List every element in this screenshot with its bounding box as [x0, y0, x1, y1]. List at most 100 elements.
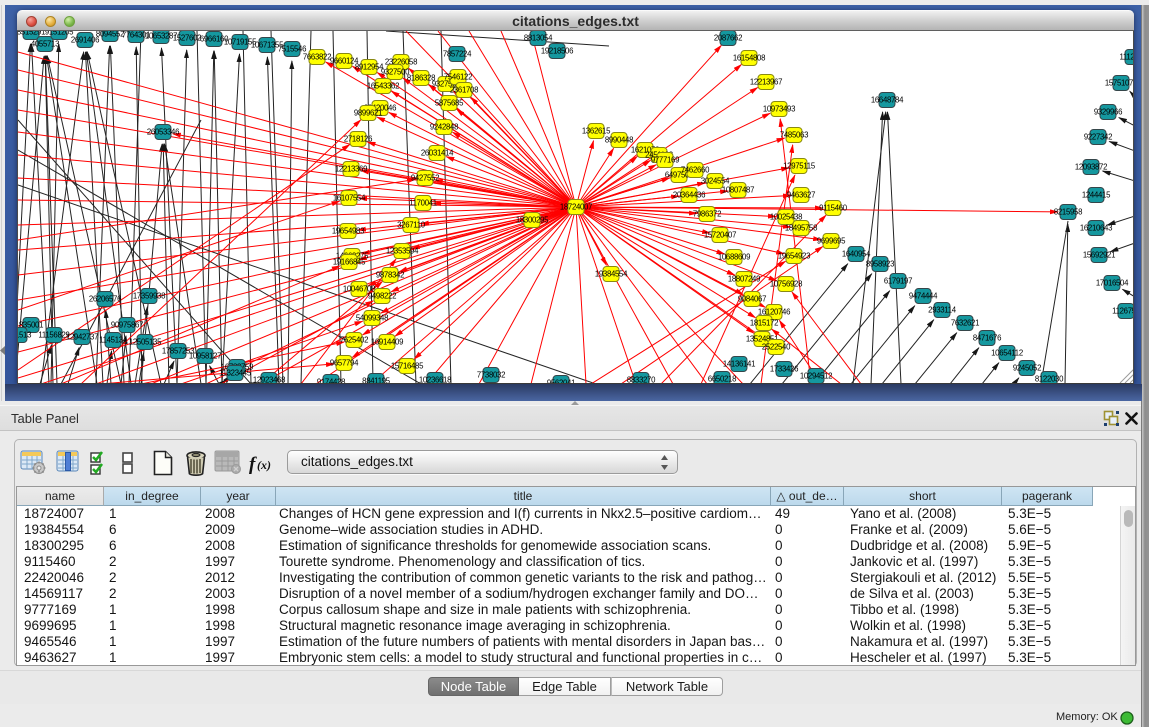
svg-text:7462660: 7462660	[681, 166, 710, 175]
svg-text:9227342: 9227342	[1084, 133, 1112, 142]
svg-text:9777169: 9777169	[651, 156, 679, 165]
svg-text:2718126: 2718126	[344, 135, 372, 144]
svg-text:1170041: 1170041	[409, 199, 437, 208]
svg-text:15692921: 15692921	[1083, 251, 1115, 260]
svg-text:5875685: 5875685	[435, 99, 464, 108]
svg-text:10688609: 10688609	[718, 253, 750, 262]
svg-text:8094552: 8094552	[96, 31, 124, 39]
svg-text:26031414: 26031414	[421, 149, 454, 158]
svg-text:7625402: 7625402	[340, 336, 368, 345]
svg-text:8833270: 8833270	[627, 376, 656, 385]
svg-text:15716485: 15716485	[391, 362, 424, 371]
svg-text:17016504: 17016504	[1096, 279, 1129, 288]
svg-text:16210643: 16210643	[1080, 224, 1112, 233]
svg-text:9498222: 9498222	[368, 292, 396, 301]
svg-text:10654112: 10654112	[991, 349, 1023, 358]
svg-text:19654983: 19654983	[332, 227, 364, 236]
svg-text:16154808: 16154808	[733, 54, 765, 63]
svg-text:10236618: 10236618	[419, 376, 451, 385]
svg-text:9245052: 9245052	[1013, 364, 1041, 373]
svg-text:12213967: 12213967	[750, 78, 782, 87]
svg-text:7986372: 7986372	[693, 210, 721, 219]
svg-text:9329966: 9329966	[1094, 108, 1122, 117]
svg-text:20364436: 20364436	[673, 191, 705, 200]
svg-text:18495758: 18495758	[785, 224, 817, 233]
svg-text:16648784: 16648784	[871, 96, 904, 105]
svg-text:2087662: 2087662	[714, 34, 742, 43]
svg-text:16543362: 16543362	[367, 82, 399, 91]
svg-text:3024554: 3024554	[701, 177, 730, 186]
svg-text:9115460: 9115460	[819, 204, 848, 213]
svg-text:8122030: 8122030	[1035, 375, 1064, 384]
svg-text:12353594: 12353594	[386, 247, 419, 256]
svg-text:f: f	[249, 454, 257, 474]
svg-text:8912954: 8912954	[355, 63, 384, 72]
svg-text:2522540: 2522540	[762, 343, 791, 352]
svg-text:1112203: 1112203	[1119, 53, 1134, 62]
svg-text:9084067: 9084067	[738, 295, 766, 304]
svg-text:9151205: 9151205	[45, 31, 74, 37]
svg-text:4055713: 4055713	[31, 40, 59, 49]
svg-text:1145134: 1145134	[99, 336, 128, 345]
svg-text:12975115: 12975115	[783, 162, 816, 171]
svg-text:1362615: 1362615	[582, 127, 611, 136]
svg-text:8958923: 8958923	[866, 260, 894, 269]
svg-text:12942737: 12942737	[66, 333, 98, 342]
svg-text:9427552: 9427552	[411, 174, 439, 183]
svg-text:1244415: 1244415	[1082, 191, 1111, 200]
svg-text:7738032: 7738032	[477, 371, 505, 380]
svg-text:15751074: 15751074	[1105, 79, 1134, 88]
svg-text:18724007: 18724007	[560, 203, 592, 212]
svg-text:1126753: 1126753	[1112, 307, 1134, 316]
svg-text:16107554: 16107554	[333, 194, 366, 203]
svg-text:18300295: 18300295	[516, 216, 549, 225]
svg-text:2933114: 2933114	[928, 306, 957, 315]
svg-text:10973493: 10973493	[763, 105, 795, 114]
svg-text:10958127: 10958127	[189, 352, 221, 361]
svg-text:8990448: 8990448	[605, 136, 633, 145]
svg-text:1640954: 1640954	[842, 250, 871, 259]
svg-text:9463627: 9463627	[787, 191, 815, 200]
svg-text:19218506: 19218506	[541, 47, 573, 56]
svg-text:12093872: 12093872	[1075, 163, 1107, 172]
svg-text:16914409: 16914409	[371, 338, 403, 347]
svg-text:7546122: 7546122	[444, 73, 472, 82]
svg-text:9878342: 9878342	[376, 271, 404, 280]
svg-text:9474444: 9474444	[909, 292, 938, 301]
svg-text:1527602: 1527602	[173, 34, 201, 43]
svg-text:9699695: 9699695	[817, 237, 846, 246]
svg-text:8841195: 8841195	[362, 377, 391, 385]
svg-text:(x): (x)	[257, 458, 271, 472]
svg-text:14136141: 14136141	[723, 360, 755, 369]
svg-text:8515291: 8515291	[18, 31, 45, 37]
svg-text:10294512: 10294512	[800, 372, 832, 381]
svg-text:8215958: 8215958	[1054, 208, 1082, 217]
svg-text:6650218: 6650218	[708, 375, 736, 384]
svg-text:10807487: 10807487	[722, 186, 754, 195]
svg-text:2361708: 2361708	[450, 86, 478, 95]
svg-text:19384554: 19384554	[595, 270, 628, 279]
svg-text:12505135: 12505135	[129, 338, 162, 347]
svg-text:90975867: 90975867	[111, 321, 143, 330]
svg-text:26206576: 26206576	[89, 295, 121, 304]
svg-text:7485063: 7485063	[780, 131, 808, 140]
svg-text:17359938: 17359938	[133, 292, 165, 301]
svg-text:18807249: 18807249	[728, 275, 760, 284]
svg-text:1733426: 1733426	[770, 365, 798, 374]
svg-text:7857224: 7857224	[443, 50, 472, 59]
svg-text:9327500: 9327500	[381, 68, 410, 77]
svg-text:391513: 391513	[18, 331, 31, 340]
svg-text:10756928: 10756928	[770, 280, 802, 289]
svg-text:26053346: 26053346	[147, 128, 179, 137]
svg-text:6179197: 6179197	[884, 277, 912, 286]
svg-text:19166845: 19166845	[333, 258, 366, 267]
svg-text:7632621: 7632621	[951, 319, 979, 328]
svg-text:9657794: 9657794	[330, 359, 359, 368]
svg-text:12213369: 12213369	[335, 165, 367, 174]
svg-text:54099348: 54099348	[356, 314, 388, 323]
svg-text:7663822: 7663822	[303, 53, 331, 62]
svg-text:8471676: 8471676	[973, 334, 1001, 343]
svg-text:3267110: 3267110	[397, 221, 426, 230]
svg-text:19654923: 19654923	[778, 252, 810, 261]
svg-text:1815172: 1815172	[750, 319, 778, 328]
